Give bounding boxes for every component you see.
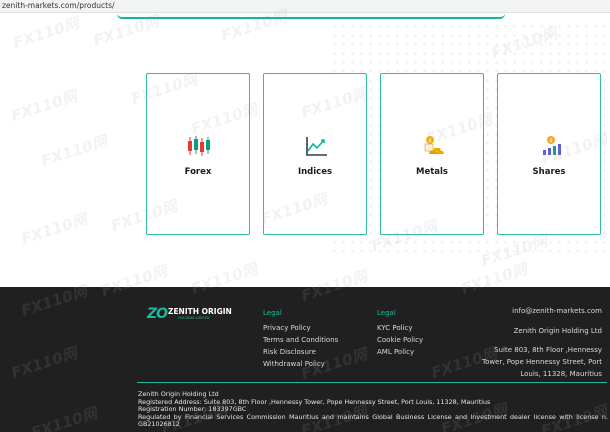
- footer-legal-column-2: Legal KYC Policy Cookie Policy AML Polic…: [377, 309, 423, 358]
- gold-bars-icon: $: [424, 136, 444, 154]
- address-bar[interactable]: zenith-markets.com/products/: [0, 0, 610, 13]
- line-chart-icon: [306, 137, 327, 156]
- aml-policy-link[interactable]: AML Policy: [377, 346, 423, 358]
- footer-contact: info@zenith-markets.com Zenith Origin Ho…: [480, 307, 602, 380]
- contact-address: Suite 803, 8th Floor ,Hennessy Tower, Po…: [482, 346, 602, 378]
- contact-email[interactable]: info@zenith-markets.com: [480, 307, 602, 315]
- cookie-policy-link[interactable]: Cookie Policy: [377, 334, 423, 346]
- url-text[interactable]: zenith-markets.com/products/: [2, 1, 115, 10]
- product-card-indices[interactable]: Indices: [263, 73, 367, 235]
- logo-name: ZENITH ORIGIN: [168, 307, 232, 316]
- contact-company: Zenith Origin Holding Ltd: [513, 327, 602, 335]
- legal-notice: Zenith Origin Holding Ltd Registered Add…: [138, 390, 608, 429]
- column-heading: Legal: [263, 309, 282, 317]
- shares-bar-chart-icon: $: [543, 136, 561, 155]
- product-label: Forex: [184, 167, 212, 177]
- legal-regulation: Regulated by Financial Services Commissi…: [138, 412, 608, 429]
- svg-text:$: $: [549, 138, 553, 144]
- privacy-policy-link[interactable]: Privacy Policy: [263, 322, 338, 334]
- product-card-shares[interactable]: $ Shares: [497, 73, 601, 235]
- product-label: Shares: [532, 167, 566, 177]
- product-card-forex[interactable]: Forex: [146, 73, 250, 235]
- svg-text:$: $: [428, 138, 432, 144]
- footer-legal-column-1: Legal Privacy Policy Terms and Condition…: [263, 309, 338, 370]
- risk-disclosure-link[interactable]: Risk Disclosure: [263, 346, 338, 358]
- site-footer: ZO ZENITH ORIGIN HOLDING LIMITED Legal P…: [0, 287, 610, 432]
- watermark-logo: FX110网: [39, 131, 110, 171]
- watermark-logo: FX110网: [11, 13, 82, 53]
- watermark-logo: FX110网: [19, 209, 90, 249]
- column-heading: Legal: [377, 309, 396, 317]
- kyc-policy-link[interactable]: KYC Policy: [377, 322, 423, 334]
- product-label: Indices: [297, 167, 333, 177]
- logo-tagline: HOLDING LIMITED: [178, 316, 210, 320]
- terms-link[interactable]: Terms and Conditions: [263, 334, 338, 346]
- logo-mark: ZO: [147, 306, 168, 322]
- product-card-metals[interactable]: $ Metals: [380, 73, 484, 235]
- footer-divider: [137, 382, 607, 383]
- product-label: Metals: [416, 167, 448, 177]
- candlestick-chart-icon: [188, 136, 210, 156]
- watermark-logo: FX110网: [9, 86, 80, 126]
- withdrawal-policy-link[interactable]: Withdrawal Policy: [263, 358, 338, 370]
- hero-banner-edge: [117, 13, 505, 19]
